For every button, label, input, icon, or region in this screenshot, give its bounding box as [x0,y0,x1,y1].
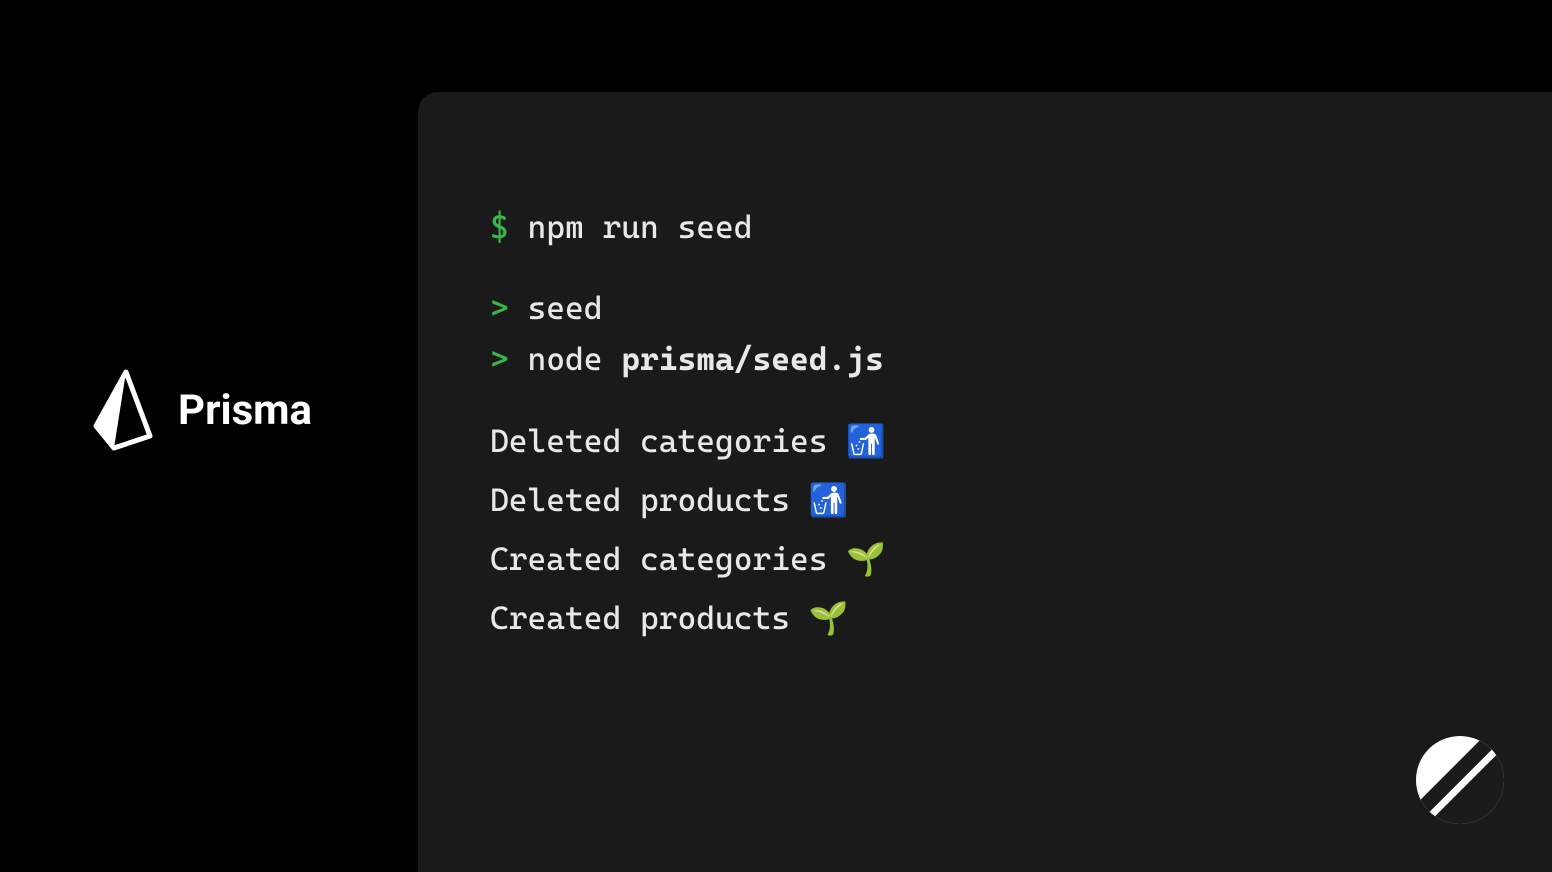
script-execution-group: > seed > node prisma/seed.js [490,283,1480,385]
output-text-3: Created categories [490,540,828,578]
script-name-line: > seed [490,283,1480,334]
command-line: $ npm run seed [490,202,1480,253]
prisma-logo-section: Prisma [88,368,312,453]
output-text-2: Deleted products [490,481,790,519]
trash-icon: 🚮 [846,422,886,460]
command-text: npm run seed [528,208,753,246]
output-line-2: Deleted products 🚮 [490,475,1480,526]
terminal-window: $ npm run seed > seed > node prisma/seed… [418,92,1552,872]
planetscale-icon [1416,736,1504,824]
output-group: Deleted categories 🚮 Deleted products 🚮 … [490,416,1480,645]
bracket-symbol: > [490,340,509,378]
trash-icon: 🚮 [809,481,849,519]
prisma-icon [88,368,158,453]
output-line-1: Deleted categories 🚮 [490,416,1480,467]
output-line-3: Created categories 🌱 [490,534,1480,585]
output-text-1: Deleted categories [490,422,828,460]
seedling-icon: 🌱 [809,599,849,637]
script-name: seed [528,289,603,327]
prisma-logo-text: Prisma [178,386,312,435]
script-path: prisma/seed.js [621,340,884,378]
bracket-symbol: > [490,289,509,327]
prompt-symbol: $ [490,208,509,246]
output-line-4: Created products 🌱 [490,593,1480,644]
node-cmd: node [528,340,603,378]
node-command-line: > node prisma/seed.js [490,334,1480,385]
seedling-icon: 🌱 [846,540,886,578]
output-text-4: Created products [490,599,790,637]
